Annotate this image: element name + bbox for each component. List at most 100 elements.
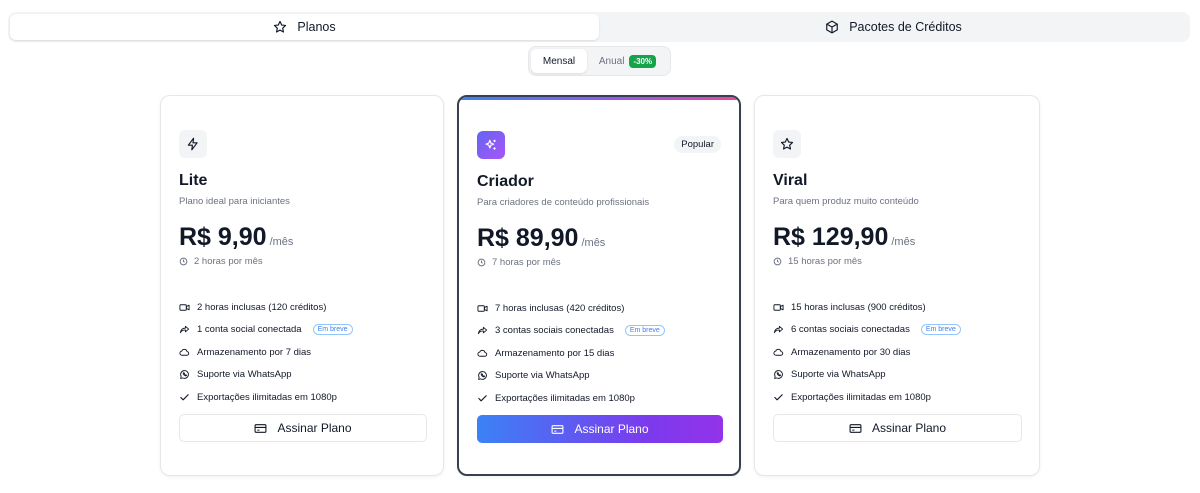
feature-item: Suporte via WhatsApp — [477, 365, 665, 388]
video-icon — [773, 304, 784, 311]
subscribe-label: Assinar Plano — [277, 421, 352, 435]
feature-item: 1 conta social conectada Em breve — [179, 319, 353, 342]
feature-item: 15 horas inclusas (900 créditos) — [773, 296, 961, 319]
subscribe-label: Assinar Plano — [574, 422, 649, 436]
plan-price: R$ 9,90 — [179, 223, 267, 251]
subscribe-button[interactable]: Assinar Plano — [179, 414, 427, 442]
feature-item: 6 contas sociais conectadas Em breve — [773, 319, 961, 342]
subscribe-button[interactable]: Assinar Plano — [477, 415, 723, 443]
feature-text: 2 horas inclusas (120 créditos) — [197, 301, 327, 313]
whatsapp-icon — [478, 371, 487, 381]
feature-text: Exportações ilimitadas em 1080p — [495, 392, 635, 404]
coming-soon-badge: Em breve — [624, 325, 665, 337]
price-period: /mês — [581, 237, 606, 249]
price-row: R$ 9,90 /mês — [179, 223, 293, 252]
feature-text: Armazenamento por 30 dias — [791, 346, 911, 358]
feature-text: 1 conta social conectada — [197, 324, 302, 336]
whatsapp-icon — [774, 370, 783, 380]
plan-name: Viral — [773, 172, 808, 189]
plan-type-tabs: Planos Pacotes de Créditos — [8, 12, 1190, 42]
price-period: /mês — [891, 236, 916, 248]
check-icon — [774, 393, 783, 401]
feature-text: 7 horas inclusas (420 créditos) — [495, 302, 625, 314]
feature-text: Suporte via WhatsApp — [791, 369, 886, 381]
share-icon — [773, 326, 784, 334]
clock-icon — [179, 257, 188, 266]
tab-planos[interactable]: Planos — [10, 14, 599, 40]
plan-description: Para quem produz muito conteúdo — [773, 196, 919, 207]
share-icon — [477, 327, 488, 335]
feature-item: Suporte via WhatsApp — [773, 364, 961, 387]
feature-list: 2 horas inclusas (120 créditos) 1 conta … — [179, 296, 353, 409]
feature-text: Suporte via WhatsApp — [495, 370, 590, 382]
credit-card-icon — [255, 423, 267, 433]
hours-per-month: 15 horas por mês — [773, 256, 862, 267]
plan-icon-container — [179, 130, 207, 158]
video-icon — [477, 305, 488, 312]
credit-card-icon — [849, 423, 862, 433]
box-icon — [826, 20, 839, 34]
plan-card-lite: Lite Plano ideal para iniciantes R$ 9,90… — [160, 95, 444, 476]
cloud-icon — [179, 348, 190, 356]
price-period: /mês — [269, 236, 294, 248]
plan-name: Lite — [179, 172, 208, 189]
check-icon — [180, 393, 189, 401]
hours-per-month: 7 horas por mês — [477, 257, 561, 268]
feature-text: 6 contas sociais conectadas — [791, 324, 910, 336]
subscribe-button[interactable]: Assinar Plano — [773, 414, 1022, 442]
plan-price: R$ 129,90 — [773, 223, 889, 251]
feature-text: Exportações ilimitadas em 1080p — [197, 391, 337, 403]
cloud-icon — [477, 349, 488, 357]
coming-soon-badge: Em breve — [920, 324, 961, 336]
feature-text: Armazenamento por 7 dias — [197, 346, 312, 358]
billing-annual-option[interactable]: Anual -30% — [587, 49, 668, 73]
hours-text: 15 horas por mês — [788, 256, 862, 267]
whatsapp-icon — [180, 370, 189, 380]
plan-price: R$ 89,90 — [477, 224, 579, 252]
feature-item: Exportações ilimitadas em 1080p — [179, 386, 353, 409]
lightning-icon — [187, 137, 198, 151]
billing-period-toggle: Mensal Anual -30% — [528, 46, 671, 76]
featured-gradient-bar — [459, 97, 739, 100]
price-row: R$ 129,90 /mês — [773, 223, 915, 252]
feature-text: Suporte via WhatsApp — [197, 369, 292, 381]
feature-list: 7 horas inclusas (420 créditos) 3 contas… — [477, 297, 665, 410]
plan-card-criador: Popular Criador Para criadores de conteú… — [457, 95, 741, 476]
hours-text: 7 horas por mês — [492, 257, 561, 268]
plan-description: Plano ideal para iniciantes — [179, 196, 290, 207]
billing-annual-label: Anual — [598, 55, 625, 67]
feature-item: 3 contas sociais conectadas Em breve — [477, 320, 665, 343]
tab-planos-label: Planos — [297, 20, 336, 34]
billing-monthly-label: Mensal — [542, 55, 576, 67]
feature-item: Armazenamento por 7 dias — [179, 341, 353, 364]
feature-text: Armazenamento por 15 dias — [495, 347, 615, 359]
feature-item: Exportações ilimitadas em 1080p — [477, 387, 665, 410]
discount-badge: -30% — [629, 54, 657, 68]
hours-per-month: 2 horas por mês — [179, 256, 263, 267]
star-icon — [274, 20, 287, 33]
feature-list: 15 horas inclusas (900 créditos) 6 conta… — [773, 296, 961, 409]
video-icon — [179, 304, 190, 311]
clock-icon — [477, 258, 486, 267]
check-icon — [478, 394, 487, 402]
billing-monthly-option[interactable]: Mensal — [531, 49, 587, 73]
sparkles-icon — [485, 139, 496, 150]
plan-card-viral: Viral Para quem produz muito conteúdo R$… — [754, 95, 1040, 476]
feature-item: 7 horas inclusas (420 créditos) — [477, 297, 665, 320]
feature-text: 15 horas inclusas (900 créditos) — [791, 301, 926, 313]
feature-text: 3 contas sociais conectadas — [495, 325, 614, 337]
plan-description: Para criadores de conteúdo profissionais — [477, 197, 650, 208]
feature-text: Exportações ilimitadas em 1080p — [791, 391, 931, 403]
popular-badge: Popular — [674, 136, 721, 153]
plan-icon-container — [477, 131, 505, 159]
share-icon — [179, 326, 190, 334]
tab-pacotes-label: Pacotes de Créditos — [849, 20, 962, 34]
feature-item: Exportações ilimitadas em 1080p — [773, 386, 961, 409]
tab-pacotes-creditos[interactable]: Pacotes de Créditos — [599, 14, 1188, 40]
coming-soon-badge: Em breve — [312, 324, 353, 336]
price-row: R$ 89,90 /mês — [477, 224, 605, 253]
cloud-icon — [773, 348, 784, 356]
hours-text: 2 horas por mês — [194, 256, 263, 267]
feature-item: Armazenamento por 30 dias — [773, 341, 961, 364]
plan-icon-container — [773, 130, 801, 158]
